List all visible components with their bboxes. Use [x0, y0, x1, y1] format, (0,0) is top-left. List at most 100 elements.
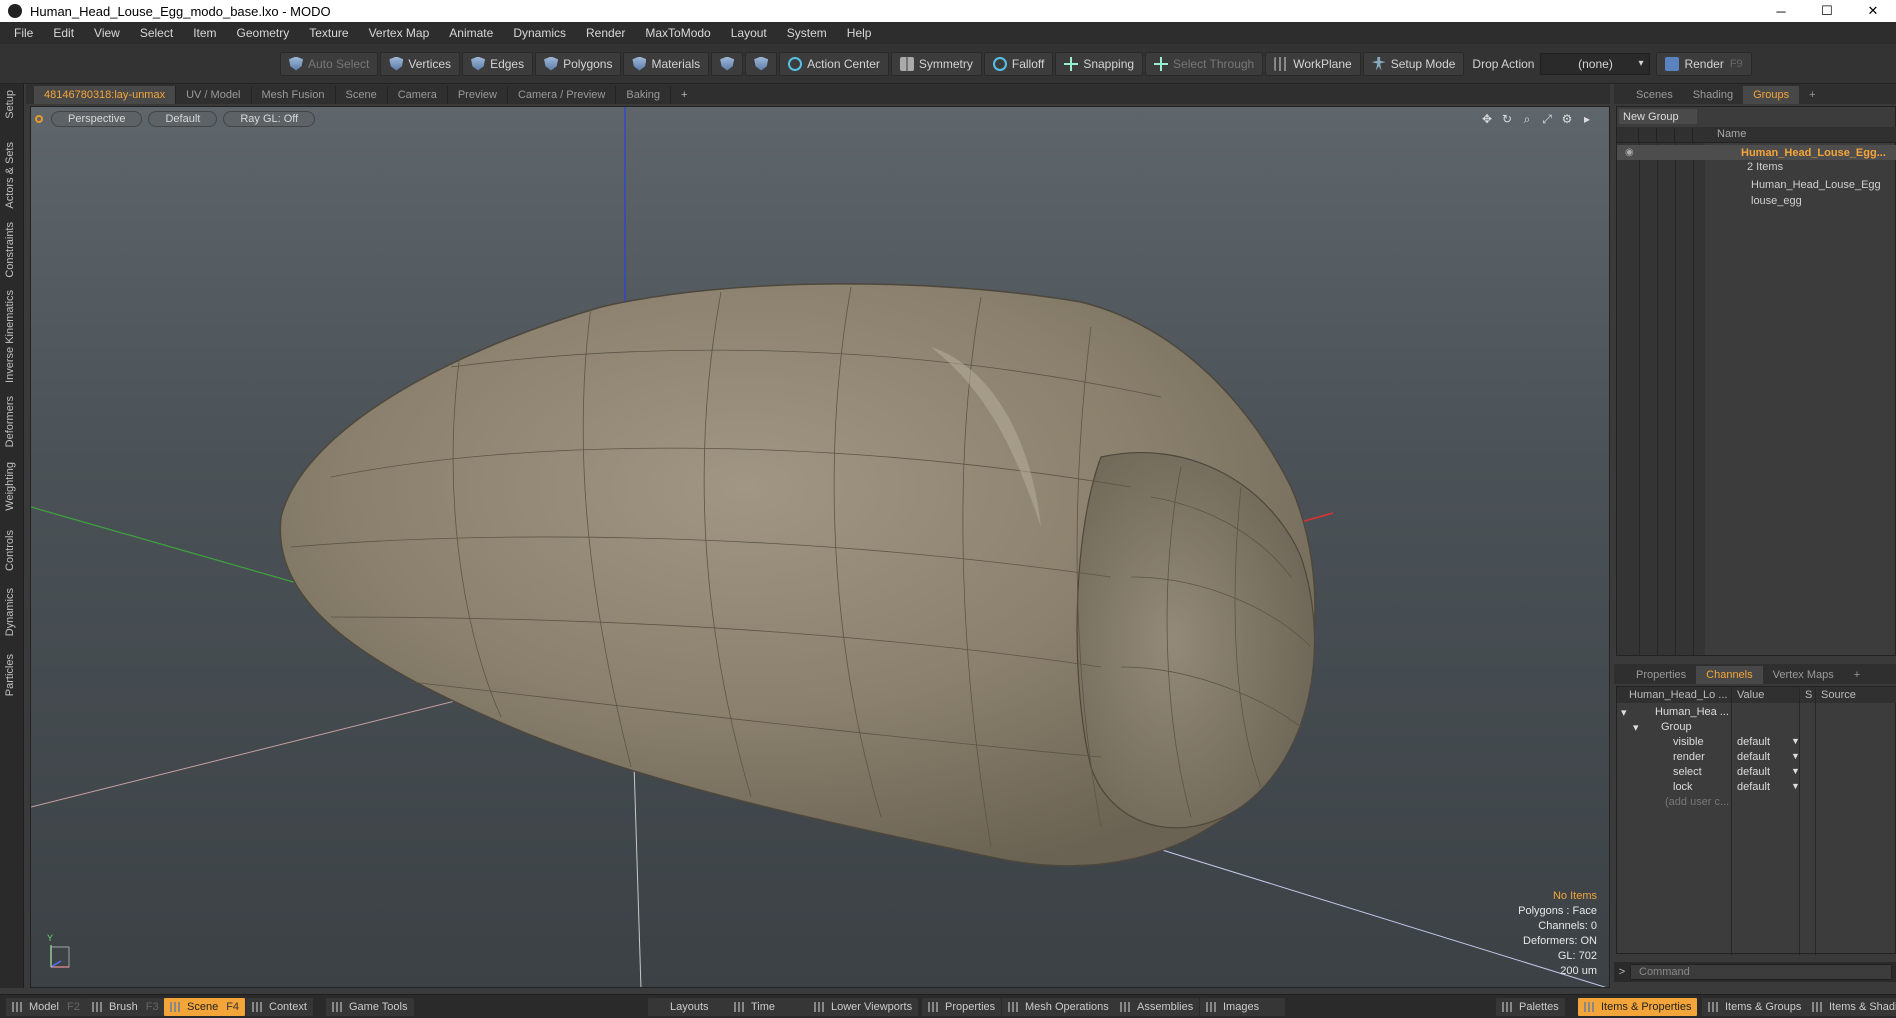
palettes-button[interactable]: Palettes [1496, 998, 1565, 1016]
fit-icon[interactable]: ⤢ [1539, 111, 1555, 127]
add-tab-button[interactable]: + [671, 86, 697, 104]
add-user-channel-row[interactable]: (add user c... [1617, 795, 1896, 810]
lock-col-icon[interactable] [1657, 128, 1675, 142]
render-col-icon[interactable] [1639, 128, 1657, 142]
mesh-operations-button[interactable]: Mesh Operations [1002, 998, 1115, 1016]
tab-camera[interactable]: Camera [388, 86, 448, 104]
layouts-button[interactable]: Layouts [648, 998, 731, 1016]
workplane-button[interactable]: WorkPlane [1265, 51, 1361, 76]
menu-help[interactable]: Help [837, 26, 882, 40]
menu-geometry[interactable]: Geometry [227, 26, 300, 40]
action-center-button[interactable]: Action Center [779, 51, 889, 76]
edges-button[interactable]: Edges [462, 51, 534, 76]
menu-select[interactable]: Select [130, 26, 183, 40]
eye-icon[interactable]: ◉ [1625, 147, 1634, 158]
snapping-button[interactable]: Snapping [1055, 51, 1144, 76]
items-shading-button[interactable]: Items & Shadi [1806, 998, 1896, 1016]
add-right-tab-button[interactable]: + [1799, 86, 1825, 104]
context-layout-button[interactable]: Context [246, 998, 313, 1016]
rotate-icon[interactable]: ↻ [1499, 111, 1515, 127]
select-through-button[interactable]: Select Through [1145, 51, 1264, 76]
menu-maxtomodo[interactable]: MaxToModo [635, 26, 720, 40]
group-child-row[interactable]: louse_egg [1617, 193, 1896, 208]
falloff-button[interactable]: Falloff [983, 51, 1054, 76]
channel-row[interactable]: render default ▼ [1617, 750, 1896, 765]
shading-dropdown[interactable]: Default [148, 111, 218, 127]
images-button[interactable]: Images [1200, 998, 1286, 1016]
tab-properties[interactable]: Properties [1626, 666, 1696, 684]
menu-texture[interactable]: Texture [299, 26, 358, 40]
menu-edit[interactable]: Edit [43, 26, 84, 40]
viewport-settings-icon[interactable]: ⚙ [1559, 111, 1575, 127]
visibility-col-icon[interactable] [1621, 128, 1639, 142]
time-button[interactable]: Time [728, 998, 812, 1016]
channel-row[interactable]: lock default ▼ [1617, 780, 1896, 795]
menu-view[interactable]: View [84, 26, 130, 40]
new-group-button[interactable]: New Group [1619, 109, 1697, 124]
channel-render-value[interactable]: default [1737, 751, 1770, 763]
group-root-row[interactable]: ◉ Human_Head_Louse_Egg... [1617, 145, 1896, 160]
model-layout-button[interactable]: Model F2 [6, 998, 86, 1016]
tab-constraints[interactable]: Constraints [4, 222, 16, 278]
menu-dynamics[interactable]: Dynamics [503, 26, 576, 40]
select-mode-pivot-button[interactable] [745, 51, 778, 76]
properties-button[interactable]: Properties [922, 998, 1002, 1016]
channel-select-value[interactable]: default [1737, 766, 1770, 778]
channel-root-row[interactable]: ▾ Human_Hea ... [1617, 705, 1896, 720]
drop-action-select[interactable]: (none) [1540, 52, 1651, 75]
tab-scene[interactable]: Scene [336, 86, 388, 104]
materials-button[interactable]: Materials [623, 51, 710, 76]
group-child-row[interactable]: Human_Head_Louse_Egg [1617, 177, 1896, 192]
auto-select-button[interactable]: Auto Select [280, 51, 379, 76]
tab-preview[interactable]: Preview [448, 86, 508, 104]
channel-group-row[interactable]: ▾ Group [1617, 720, 1896, 735]
viewport-expand-icon[interactable]: ▸ [1579, 111, 1595, 127]
tab-inverse-kinematics[interactable]: Inverse Kinematics [4, 290, 16, 383]
game-tools-layout-button[interactable]: Game Tools [326, 998, 414, 1016]
tab-scenes[interactable]: Scenes [1626, 86, 1683, 104]
brush-layout-button[interactable]: Brush F3 [86, 998, 165, 1016]
close-button[interactable]: ✕ [1850, 0, 1896, 22]
tab-controls[interactable]: Controls [4, 530, 16, 571]
symmetry-button[interactable]: Symmetry [890, 51, 982, 76]
scene-layout-button[interactable]: Scene F4 [164, 998, 246, 1016]
channel-lock-value[interactable]: default [1737, 781, 1770, 793]
zoom-icon[interactable]: ⌕ [1519, 111, 1535, 127]
channel-visible-value[interactable]: default [1737, 736, 1770, 748]
menu-animate[interactable]: Animate [439, 26, 503, 40]
menu-system[interactable]: System [777, 26, 837, 40]
channel-row[interactable]: select default ▼ [1617, 765, 1896, 780]
pan-icon[interactable]: ✥ [1479, 111, 1495, 127]
tab-camera-preview[interactable]: Camera / Preview [508, 86, 617, 104]
channel-row[interactable]: visible default ▼ [1617, 735, 1896, 750]
items-groups-button[interactable]: Items & Groups [1702, 998, 1808, 1016]
3d-viewport[interactable]: Perspective Default Ray GL: Off ✥ ↻ ⌕ ⤢ … [30, 106, 1610, 988]
items-properties-button[interactable]: Items & Properties [1578, 998, 1698, 1016]
polygons-button[interactable]: Polygons [535, 51, 622, 76]
vertices-button[interactable]: Vertices [380, 51, 461, 76]
view-mode-dropdown[interactable]: Perspective [51, 111, 143, 127]
menu-file[interactable]: File [4, 26, 43, 40]
tab-particles[interactable]: Particles [4, 654, 16, 696]
lower-viewports-button[interactable]: Lower Viewports [808, 998, 919, 1016]
select-mode-item-button[interactable] [711, 51, 744, 76]
tab-actors-sets[interactable]: Actors & Sets [4, 142, 16, 209]
menu-render[interactable]: Render [576, 26, 635, 40]
tab-groups[interactable]: Groups [1743, 86, 1800, 104]
minimize-button[interactable]: ─ [1758, 0, 1804, 22]
menu-vertex-map[interactable]: Vertex Map [359, 26, 440, 40]
command-input[interactable]: Command [1630, 964, 1892, 980]
raygl-dropdown[interactable]: Ray GL: Off [223, 111, 316, 127]
render-button[interactable]: Render F9 [1656, 51, 1752, 76]
setup-mode-button[interactable]: Setup Mode [1362, 51, 1465, 76]
viewport-options-icon[interactable] [35, 115, 43, 123]
tab-weighting[interactable]: Weighting [4, 462, 16, 511]
tab-mesh-fusion[interactable]: Mesh Fusion [252, 86, 336, 104]
assemblies-button[interactable]: Assemblies [1114, 998, 1200, 1016]
tab-deformers[interactable]: Deformers [4, 396, 16, 447]
tab-shading[interactable]: Shading [1683, 86, 1743, 104]
tab-uv-model[interactable]: UV / Model [176, 86, 252, 104]
command-history-icon[interactable]: > [1614, 966, 1630, 978]
tab-dynamics[interactable]: Dynamics [4, 588, 16, 636]
add-channel-tab-button[interactable]: + [1844, 666, 1870, 684]
